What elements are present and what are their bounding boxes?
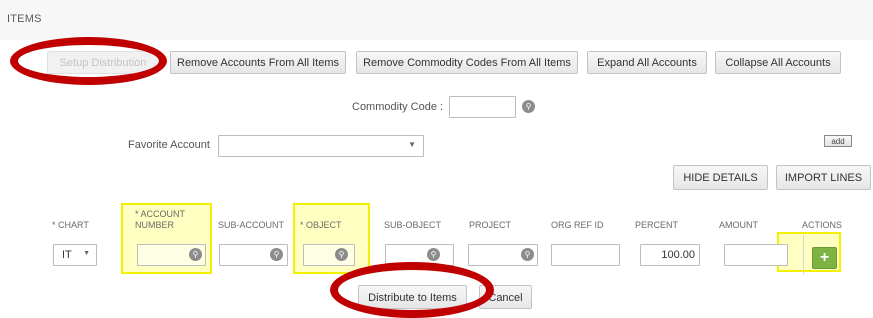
favorite-account-select[interactable]: ▼ [218,135,424,157]
chart-value: IT [62,249,72,261]
col-project: PROJECT [469,220,512,230]
commodity-search-icon[interactable]: ⚲ [522,100,535,113]
annotation-circle-distribute [330,262,494,318]
col-object: * OBJECT [300,220,342,230]
annotation-circle-setup-distribution [10,37,167,85]
col-account-number-line1: * ACCOUNT [135,209,186,219]
col-amount: AMOUNT [719,220,758,230]
percent-value: 100.00 [661,249,695,261]
percent-input[interactable]: 100.00 [640,244,700,266]
object-search-icon[interactable]: ⚲ [335,248,348,261]
sub-account-search-icon[interactable]: ⚲ [270,248,283,261]
account-number-search-icon[interactable]: ⚲ [189,248,202,261]
project-search-icon[interactable]: ⚲ [521,248,534,261]
col-percent: PERCENT [635,220,679,230]
plus-icon: + [819,249,830,266]
col-sub-object: SUB-OBJECT [384,220,442,230]
commodity-code-label: Commodity Code : [352,101,444,113]
expand-all-accounts-button[interactable]: Expand All Accounts [587,51,707,74]
remove-commodity-codes-button[interactable]: Remove Commodity Codes From All Items [356,51,578,74]
actions-divider [803,235,804,275]
col-account-number-line2: NUMBER [135,220,175,230]
chevron-down-icon: ▼ [83,250,90,257]
col-org-ref-id: ORG REF ID [551,220,604,230]
chart-select[interactable]: IT ▼ [53,244,97,266]
amount-input[interactable] [724,244,788,266]
remove-accounts-button[interactable]: Remove Accounts From All Items [170,51,346,74]
section-title: ITEMS [7,13,42,25]
col-chart: * CHART [52,220,89,230]
chevron-down-icon: ▼ [408,140,416,149]
commodity-code-input[interactable] [449,96,516,118]
import-lines-button[interactable]: IMPORT LINES [776,165,871,190]
add-line-button[interactable]: + [812,247,837,269]
hide-details-button[interactable]: HIDE DETAILS [673,165,768,190]
sub-object-search-icon[interactable]: ⚲ [427,248,440,261]
section-header-band [0,0,873,40]
col-sub-account: SUB-ACCOUNT [218,220,285,230]
favorite-add-button[interactable]: add [824,135,852,147]
org-ref-id-input[interactable] [551,244,620,266]
favorite-account-label: Favorite Account [128,139,210,151]
col-actions: ACTIONS [802,220,843,230]
collapse-all-accounts-button[interactable]: Collapse All Accounts [715,51,841,74]
